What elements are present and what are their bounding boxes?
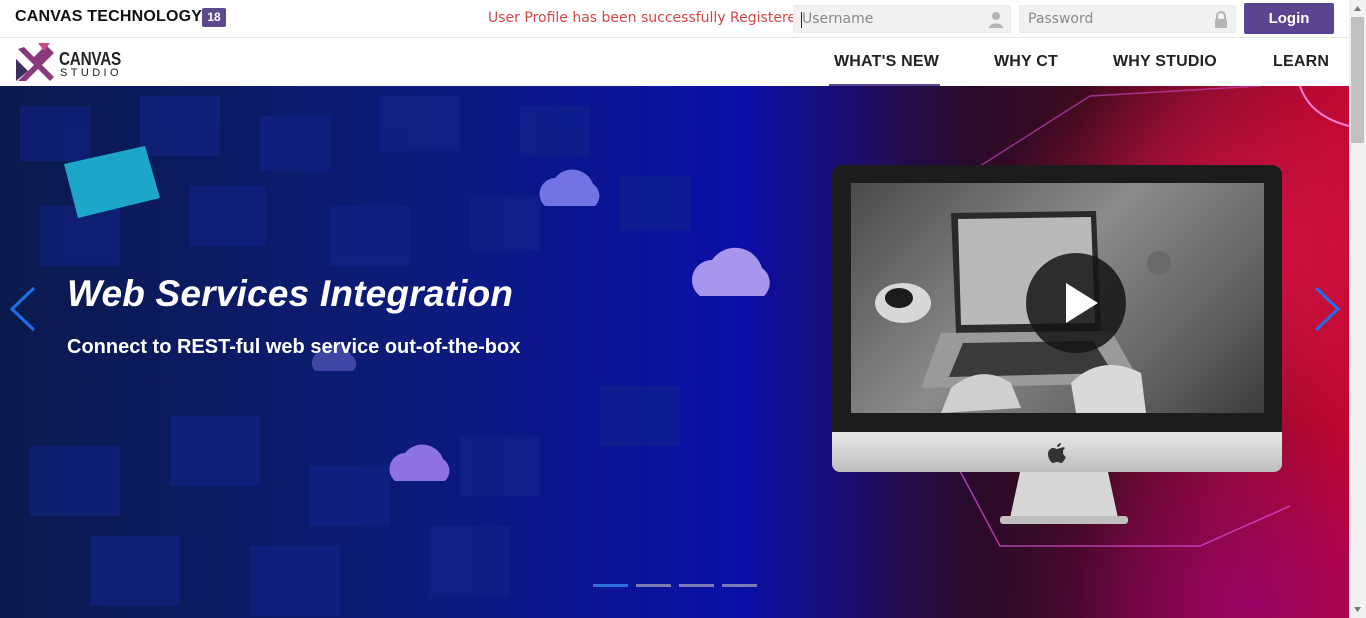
login-button[interactable]: Login	[1244, 3, 1334, 34]
scroll-up-arrow-icon[interactable]	[1349, 0, 1366, 17]
slide-indicator-2[interactable]	[636, 584, 671, 587]
play-button[interactable]	[1026, 253, 1126, 353]
monitor-chin	[832, 432, 1282, 472]
chevron-left-icon[interactable]	[8, 286, 38, 332]
logo-word-studio: STUDIO	[60, 67, 122, 79]
main-nav: CANVAS STUDIO WHAT'S NEW WHY CT WHY STUD…	[0, 39, 1349, 86]
nav-item-learn[interactable]: LEARN	[1273, 53, 1329, 71]
monitor-stand	[1000, 472, 1128, 524]
brand-badge: 18	[202, 8, 226, 27]
lock-icon	[1215, 11, 1227, 28]
slide-indicator-1[interactable]	[593, 584, 628, 587]
nav-item-whats-new[interactable]: WHAT'S NEW	[834, 53, 939, 71]
user-icon	[989, 12, 1003, 28]
top-bar: CANVAS TECHNOLOGY 18 User Profile has be…	[0, 0, 1349, 38]
scroll-down-arrow-icon[interactable]	[1349, 601, 1366, 618]
brand-name: CANVAS TECHNOLOGY	[15, 8, 203, 25]
password-field[interactable]	[1019, 5, 1236, 33]
scrollbar-thumb[interactable]	[1351, 17, 1364, 143]
status-message: User Profile has been successfully Regis…	[488, 10, 805, 26]
page-scrollbar[interactable]	[1349, 0, 1366, 618]
video-monitor	[832, 165, 1282, 525]
hero-subtitle: Connect to REST-ful web service out-of-t…	[67, 336, 521, 358]
username-input[interactable]	[794, 6, 1010, 32]
nav-item-why-studio[interactable]: WHY STUDIO	[1113, 53, 1217, 71]
logo-mark-icon	[16, 43, 54, 81]
hero-title: Web Services Integration	[67, 273, 514, 314]
slide-indicator-4[interactable]	[722, 584, 757, 587]
hero-carousel: Web Services Integration Connect to REST…	[0, 86, 1349, 618]
play-icon	[1066, 283, 1098, 323]
slide-indicator-3[interactable]	[679, 584, 714, 587]
monitor-bezel	[832, 165, 1282, 432]
apple-logo-icon	[1048, 443, 1066, 463]
canvas-studio-logo[interactable]: CANVAS STUDIO	[14, 41, 124, 83]
video-thumbnail[interactable]	[851, 183, 1264, 413]
password-input[interactable]	[1020, 6, 1235, 32]
nav-item-why-ct[interactable]: WHY CT	[994, 53, 1058, 71]
username-field[interactable]	[793, 5, 1011, 33]
